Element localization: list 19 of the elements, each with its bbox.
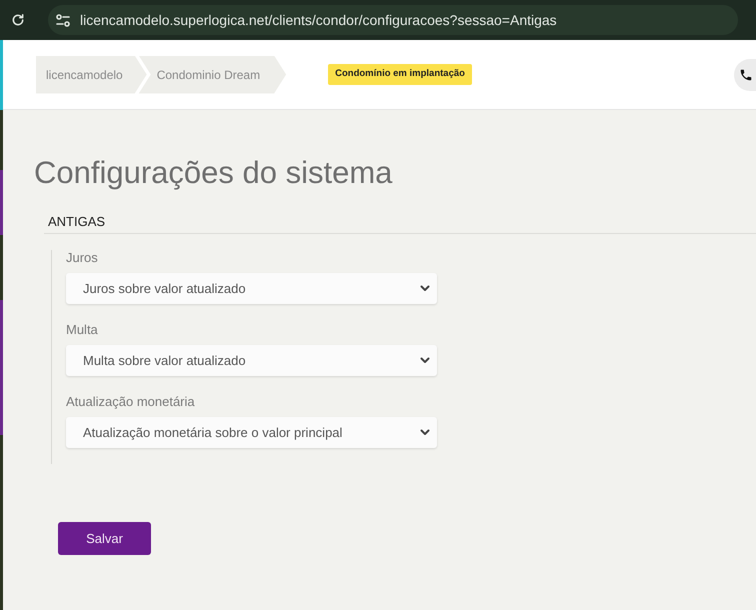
site-settings-icon[interactable] [56,14,70,26]
chevron-down-icon [420,429,430,436]
select-field[interactable]: Multa sobre valor atualizado [66,345,437,376]
status-badge: Condomínio em implantação [328,64,472,85]
phone-icon [739,68,753,82]
section-title: ANTIGAS [48,214,106,230]
field-label: Juros [66,250,98,266]
reload-icon[interactable] [11,13,25,27]
select-field[interactable]: Atualização monetária sobre o valor principal [66,417,437,448]
url-text: licencamodelo.superlogica.net/clients/condor/configuracoes?sessao=Antigas [80,10,557,30]
save-button[interactable]: Salvar [58,522,151,555]
chevron-down-icon [420,357,430,364]
chevron-down-icon [420,285,430,292]
select-field[interactable]: Juros sobre valor atualizado [66,273,437,304]
field-label: Atualização monetária [66,394,195,410]
page-title: Configurações do sistema [34,154,392,192]
address-bar[interactable]: licencamodelo.superlogica.net/clients/condor/configuracoes?sessao=Antigas [48,5,738,35]
field-label: Multa [66,322,98,338]
phone-button[interactable] [734,58,756,90]
